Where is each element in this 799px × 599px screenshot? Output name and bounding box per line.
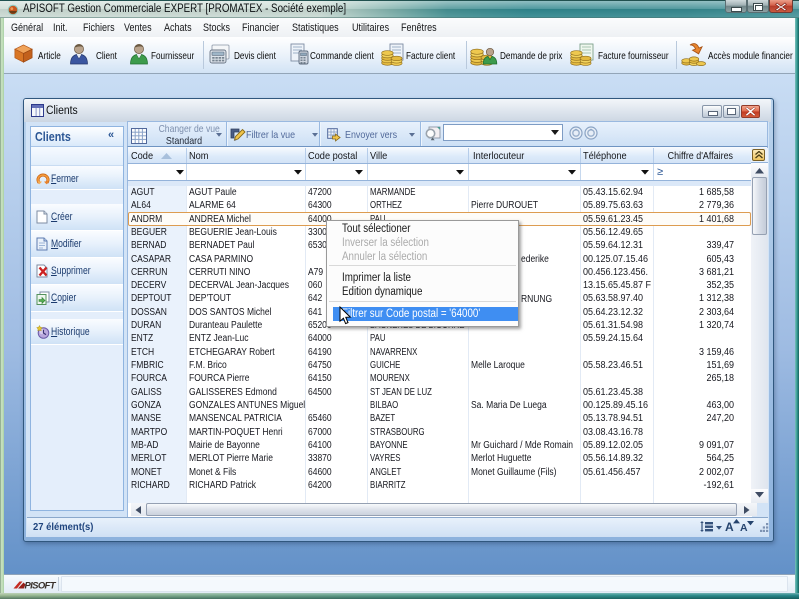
svg-text:PISOFT: PISOFT xyxy=(25,580,57,590)
